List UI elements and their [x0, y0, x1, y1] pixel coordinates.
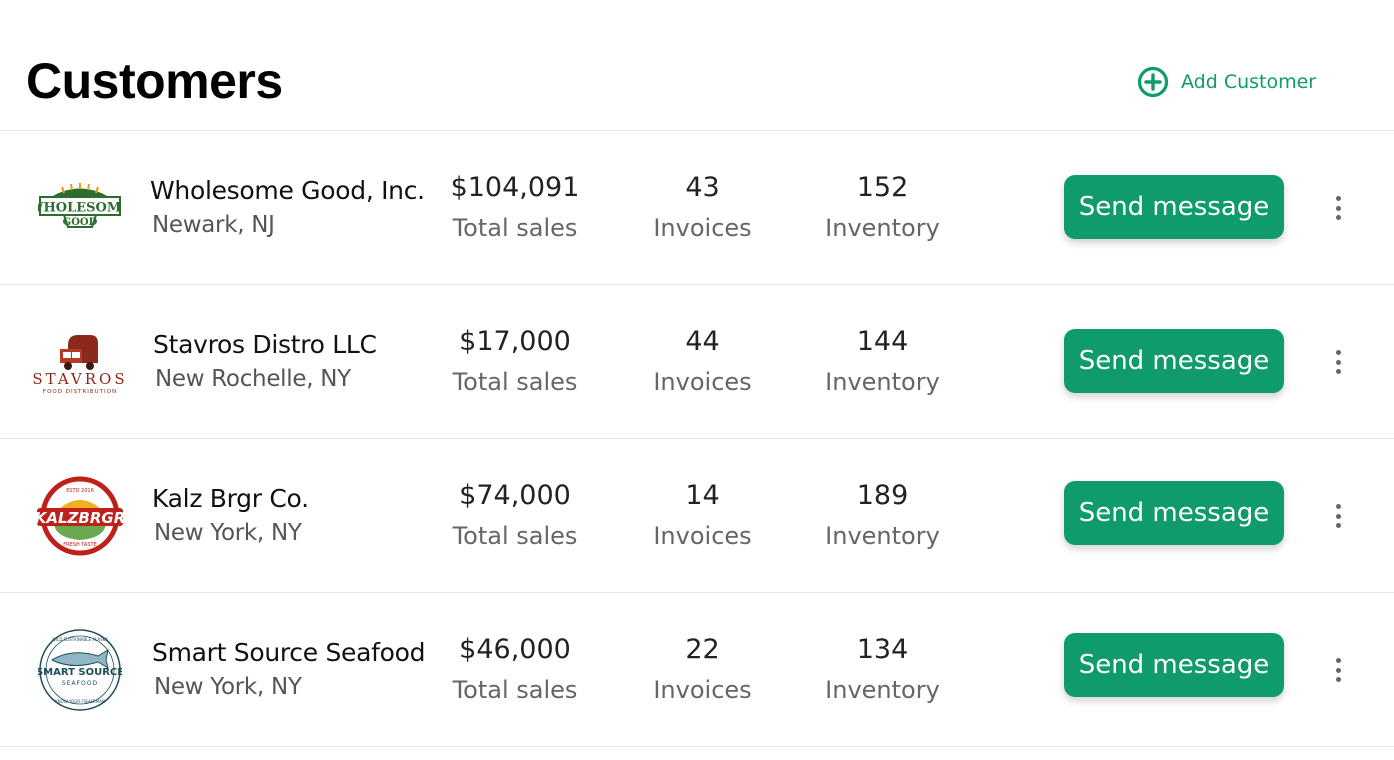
total-sales-caption: Total sales	[452, 676, 578, 704]
svg-text:WILD SUSTAINABLE ALASKA: WILD SUSTAINABLE ALASKA	[52, 637, 108, 642]
svg-text:GOOD: GOOD	[63, 217, 98, 228]
customer-name: Stavros Distro LLC	[153, 330, 377, 359]
svg-text:FRESH TASTE: FRESH TASTE	[63, 542, 97, 548]
total-sales-stat: $46,000 Total sales	[440, 633, 590, 705]
more-options-icon[interactable]	[1326, 347, 1350, 377]
svg-text:SMART SOURCE: SMART SOURCE	[38, 667, 122, 678]
svg-text:KNOW YOUR FISHERMAN: KNOW YOUR FISHERMAN	[55, 699, 105, 704]
total-sales-value: $46,000	[459, 634, 571, 665]
svg-text:STAVROS: STAVROS	[32, 370, 127, 388]
inventory-stat: 152 Inventory	[815, 171, 950, 243]
total-sales-value: $74,000	[459, 480, 571, 511]
total-sales-stat: $17,000 Total sales	[440, 325, 590, 397]
total-sales-caption: Total sales	[452, 368, 578, 396]
customer-row: KALZBRGR ESTD 2016 FRESH TASTE Kalz Brgr…	[0, 439, 1394, 593]
total-sales-value: $17,000	[459, 326, 571, 357]
page-header: Customers Add Customer	[0, 0, 1394, 131]
total-sales-caption: Total sales	[452, 214, 578, 242]
svg-text:WHOLESOME: WHOLESOME	[38, 201, 122, 216]
stavros-logo: STAVROS FOOD DISTRIBUTION	[30, 316, 130, 408]
customer-name: Smart Source Seafood	[152, 638, 426, 667]
more-options-icon[interactable]	[1326, 193, 1350, 223]
invoices-stat: 43 Invoices	[640, 171, 765, 243]
invoices-caption: Invoices	[653, 368, 752, 396]
wholesome-good-logo: WHOLESOME GOOD	[30, 162, 130, 254]
invoices-value: 22	[685, 634, 720, 665]
invoices-value: 14	[685, 480, 720, 511]
total-sales-value: $104,091	[450, 172, 580, 203]
total-sales-stat: $74,000 Total sales	[440, 479, 590, 551]
inventory-caption: Inventory	[825, 676, 940, 704]
add-customer-label: Add Customer	[1181, 71, 1317, 93]
customer-location: New Rochelle, NY	[155, 366, 351, 392]
total-sales-stat: $104,091 Total sales	[440, 171, 590, 243]
inventory-value: 189	[856, 480, 909, 511]
add-customer-button[interactable]: Add Customer	[1137, 66, 1316, 98]
customer-row: SMART SOURCE SEAFOOD WILD SUSTAINABLE AL…	[0, 593, 1394, 747]
send-message-button[interactable]: Send message	[1064, 481, 1284, 545]
inventory-value: 134	[856, 634, 909, 665]
inventory-stat: 134 Inventory	[815, 633, 950, 705]
invoices-stat: 22 Invoices	[640, 633, 765, 705]
inventory-value: 144	[856, 326, 909, 357]
invoices-stat: 14 Invoices	[640, 479, 765, 551]
inventory-caption: Inventory	[825, 522, 940, 550]
send-message-button[interactable]: Send message	[1064, 633, 1284, 697]
svg-text:ESTD 2016: ESTD 2016	[66, 488, 94, 494]
invoices-stat: 44 Invoices	[640, 325, 765, 397]
total-sales-caption: Total sales	[452, 522, 578, 550]
svg-text:SEAFOOD: SEAFOOD	[62, 680, 98, 687]
invoices-caption: Invoices	[653, 522, 752, 550]
customer-row: WHOLESOME GOOD Wholesome Good, Inc. Newa…	[0, 131, 1394, 285]
inventory-stat: 189 Inventory	[815, 479, 950, 551]
customer-location: New York, NY	[154, 674, 302, 700]
inventory-value: 152	[856, 172, 909, 203]
customer-name: Wholesome Good, Inc.	[150, 176, 425, 205]
invoices-value: 44	[685, 326, 720, 357]
customer-location: New York, NY	[154, 520, 302, 546]
invoices-caption: Invoices	[653, 676, 752, 704]
page-title: Customers	[26, 53, 283, 109]
inventory-caption: Inventory	[825, 368, 940, 396]
svg-text:KALZBRGR: KALZBRGR	[35, 509, 126, 527]
send-message-button[interactable]: Send message	[1064, 329, 1284, 393]
inventory-caption: Inventory	[825, 214, 940, 242]
kalz-brgr-logo: KALZBRGR ESTD 2016 FRESH TASTE	[30, 470, 130, 562]
more-options-icon[interactable]	[1326, 501, 1350, 531]
invoices-caption: Invoices	[653, 214, 752, 242]
send-message-button[interactable]: Send message	[1064, 175, 1284, 239]
more-options-icon[interactable]	[1326, 655, 1350, 685]
customer-row: STAVROS FOOD DISTRIBUTION Stavros Distro…	[0, 285, 1394, 439]
inventory-stat: 144 Inventory	[815, 325, 950, 397]
customer-name: Kalz Brgr Co.	[152, 484, 309, 513]
svg-text:FOOD DISTRIBUTION: FOOD DISTRIBUTION	[43, 389, 117, 395]
customer-location: Newark, NJ	[152, 212, 275, 238]
invoices-value: 43	[685, 172, 720, 203]
smart-source-logo: SMART SOURCE SEAFOOD WILD SUSTAINABLE AL…	[30, 624, 130, 716]
plus-circle-icon	[1137, 66, 1169, 98]
